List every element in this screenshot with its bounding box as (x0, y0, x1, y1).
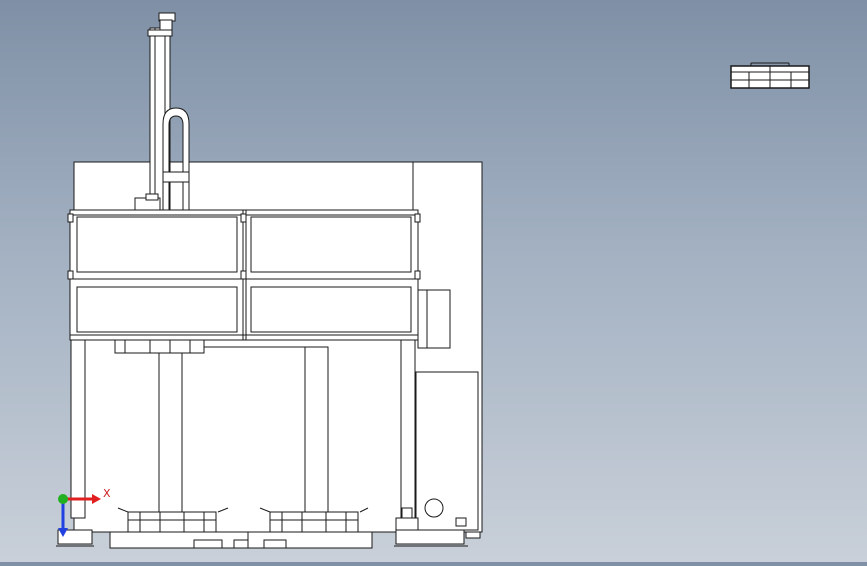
machine-drawing: X (56, 12, 810, 549)
glass-panel-top-right (250, 216, 412, 273)
inner-rail-right (304, 346, 329, 513)
x-axis-label: X (103, 487, 111, 500)
fixture-left (127, 511, 217, 533)
side-vent (417, 289, 451, 349)
view-orientation-cube-icon[interactable] (730, 62, 810, 89)
fixture-right (269, 511, 359, 533)
side-round-port (424, 498, 444, 518)
y-axis-dot (58, 494, 68, 504)
glass-panel-top-left (76, 216, 238, 273)
glass-panel-bottom-right (250, 286, 412, 333)
foot-right (395, 529, 465, 545)
right-leg (400, 339, 416, 519)
carriage-bar (114, 339, 205, 354)
inner-rail-left (158, 351, 183, 515)
cad-viewport[interactable]: X (0, 0, 867, 562)
glass-panel-bottom-left (76, 286, 238, 333)
left-leg (70, 339, 86, 519)
